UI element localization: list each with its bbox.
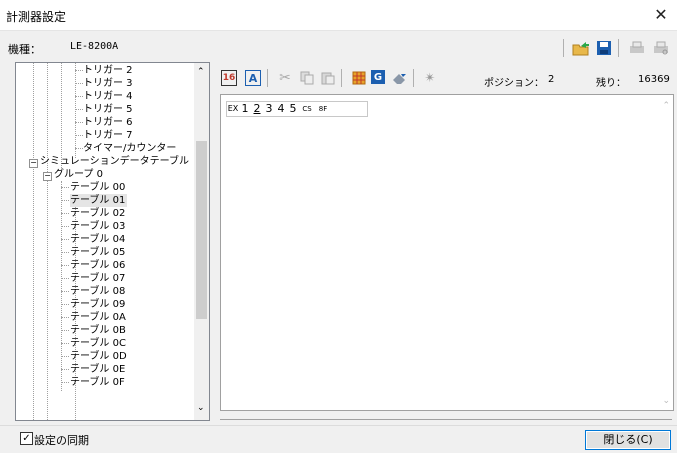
sync-checkbox[interactable]: ✓ [20,432,33,445]
toolbar-separator [413,69,414,87]
tree-item-timer-counter[interactable]: タイマー/カウンター [83,142,176,155]
sync-label[interactable]: 設定の同期 [34,432,89,448]
toolbar-separator [341,69,342,87]
data-chip[interactable]: 5 [287,102,299,116]
data-chip[interactable]: 4 [275,102,287,116]
eraser-icon[interactable] [391,69,409,87]
toolbar-separator [618,39,619,57]
tree-item-table[interactable]: テーブル 0D [70,350,127,363]
tree-item-trigger[interactable]: トリガー 5 [83,103,133,116]
tree-item-trigger[interactable]: トリガー 3 [83,77,133,90]
grid-icon[interactable] [350,69,368,87]
collapse-icon[interactable]: − [29,159,38,168]
remaining-label: 残り： [596,78,626,89]
hex-16-icon[interactable]: 16 [221,70,237,86]
data-chip-current[interactable]: 2 [251,102,263,116]
scroll-up-icon[interactable]: ⌃ [197,67,205,77]
title-bar: 計測器設定 ✕ [0,0,677,31]
tree-item-table[interactable]: テーブル 09 [70,298,125,311]
tree-item-table[interactable]: テーブル 0E [70,363,125,376]
footer-divider [0,425,677,426]
tree-item-table[interactable]: テーブル 02 [70,207,125,220]
toolbar-separator [563,39,564,57]
pane-divider [220,419,672,420]
model-value: LE-8200A [70,41,119,52]
export-folder-icon[interactable] [572,39,590,57]
tree-scrollbar[interactable]: ⌃ ⌄ [194,63,209,420]
settings-tree[interactable]: トリガー 2 トリガー 3 トリガー 4 トリガー 5 トリガー 6 トリガー … [15,62,210,421]
collapse-icon[interactable]: − [43,172,52,181]
save-icon[interactable] [595,39,613,57]
tree-item-table-selected[interactable]: テーブル 01 [70,194,128,207]
close-icon[interactable]: ✕ [650,4,672,26]
tree-item-trigger[interactable]: トリガー 7 [83,129,133,142]
tree-item-sim-table[interactable]: シミュレーションデータテーブル [40,155,189,168]
data-chip[interactable]: 3 [263,102,275,116]
tree-guide-line [47,63,48,420]
paste-icon[interactable] [319,69,337,87]
tree-item-table[interactable]: テーブル 04 [70,233,125,246]
spinner-icon[interactable]: ✴ [421,69,439,87]
data-chip-row[interactable]: EX 1 2 3 4 5 CS 8F [226,101,368,117]
tree-item-trigger[interactable]: トリガー 6 [83,116,133,129]
toolbar-separator [267,69,268,87]
tree-item-table[interactable]: テーブル 0F [70,376,125,389]
tree-item-table[interactable]: テーブル 08 [70,285,125,298]
tree-item-table[interactable]: テーブル 03 [70,220,125,233]
copy-icon[interactable] [298,69,316,87]
tree-item-table[interactable]: テーブル 00 [70,181,125,194]
position-value: 2 [548,74,555,85]
ascii-a-icon[interactable]: A [245,70,261,86]
scroll-up-icon[interactable]: ⌃ [662,101,670,111]
tree-item-trigger[interactable]: トリガー 2 [83,64,133,77]
scroll-down-icon[interactable]: ⌄ [662,396,670,406]
close-button[interactable]: 閉じる(C) [585,430,671,450]
data-editor-pane[interactable]: ⌃ ⌄ [220,94,674,411]
window-title: 計測器設定 [6,10,67,24]
g-icon[interactable]: G [371,70,385,84]
scroll-down-icon[interactable]: ⌄ [197,403,205,413]
print-icon[interactable] [628,39,646,57]
remaining-value: 16369 [638,74,670,85]
data-chip[interactable]: EX [227,102,239,116]
tree-guide-line [33,63,34,420]
model-label: 機種： [8,43,41,56]
tree-guide-line [75,63,76,158]
position-label: ポジション： [484,78,544,89]
tree-guide-line [61,63,62,168]
scroll-thumb[interactable] [196,141,207,319]
tree-item-table[interactable]: テーブル 05 [70,246,125,259]
tree-item-table[interactable]: テーブル 06 [70,259,125,272]
print-preview-icon[interactable] [652,39,670,57]
data-chip[interactable]: 8F [315,102,331,116]
data-chip-empty[interactable] [331,102,367,116]
tree-item-group[interactable]: グループ 0 [54,168,103,181]
tree-item-table[interactable]: テーブル 0A [70,311,126,324]
tree-item-table[interactable]: テーブル 0B [70,324,126,337]
data-chip[interactable]: 1 [239,102,251,116]
cut-icon[interactable]: ✂ [276,69,294,87]
tree-item-trigger[interactable]: トリガー 4 [83,90,133,103]
tree-item-table[interactable]: テーブル 0C [70,337,126,350]
tree-item-table[interactable]: テーブル 07 [70,272,125,285]
data-chip[interactable]: CS [299,102,315,116]
